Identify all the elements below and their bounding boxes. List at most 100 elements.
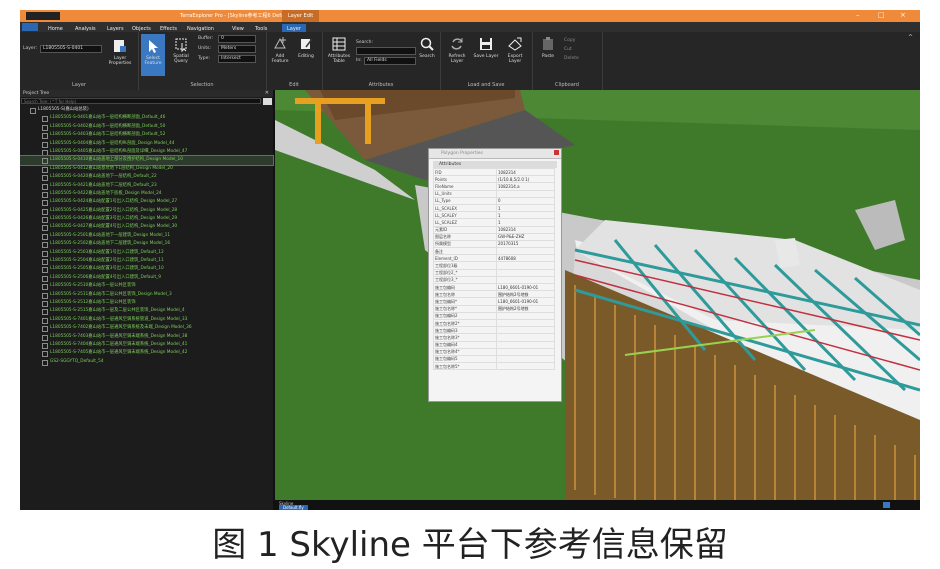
buffer-input[interactable]: 0 [218,35,256,43]
attributes-table-button[interactable]: Attributes Table [326,36,352,64]
attribute-row[interactable]: 工程部位2_* [433,268,555,277]
close-icon[interactable]: × [900,11,906,19]
checkbox-icon[interactable] [42,317,48,324]
tree-item[interactable]: L1805505-S-0410嘉山站盖地上部分及围护结构_Design Mode… [20,155,274,166]
checkbox-icon[interactable] [42,250,48,257]
checkbox-icon[interactable] [42,124,48,131]
attribute-row[interactable]: Points (1/10.8,5/2.0 1) [433,175,555,184]
tree-item[interactable]: L1805505-S-0401嘉山站市一层结构横断剖面_Default_46 [20,114,273,123]
refresh-layer-button[interactable]: Refresh Layer [444,36,470,64]
attribute-row[interactable]: 元素ID 1082314 [433,225,555,234]
attribute-value[interactable] [496,275,555,285]
attribute-row[interactable]: LL_SCALEX 1 [433,203,555,213]
checkbox-icon[interactable] [42,359,48,366]
tree-item[interactable]: L1805505-S-0420嘉山站盖地下一层结构_Default_22 [20,173,273,182]
search-in-select[interactable]: All Fields [364,57,416,65]
checkbox-icon[interactable] [42,351,48,358]
attribute-value[interactable]: L180_6601-0190-01 [496,282,555,292]
attribute-value[interactable]: L180_6601-0190-01 [496,297,555,306]
tree-item[interactable]: GS2-SGGYTQ_Default_54 [20,358,273,366]
layer-select[interactable]: L1805505-S-0401 [40,45,102,53]
tree-item[interactable]: L1805505-S-2505嘉山站配置3号出入口建筑_Default_10 [20,265,273,274]
attribute-value[interactable]: 20170315 [496,239,555,249]
attribute-value[interactable] [496,311,555,320]
checkbox-icon[interactable] [42,309,48,316]
attribute-row[interactable]: 施工包名称3* [433,333,555,342]
spatial-query-button[interactable]: Spatial Query [168,36,194,64]
tree-item[interactable]: L1805505-S-0403嘉山站市二层结构横断剖面_Default_52 [20,131,273,140]
attribute-value[interactable] [496,347,555,356]
attribute-row[interactable]: 所属模型 20170315 [433,239,555,249]
attribute-row[interactable]: 工程部位3_* [433,275,555,285]
attribute-row[interactable]: FID 1082314 [433,167,555,177]
attribute-row[interactable]: 施工包编码 L180_6601-0190-01 [433,282,555,292]
pin-icon[interactable]: ✕ [265,90,269,97]
attribute-row[interactable]: 备注 [433,247,555,256]
attribute-value[interactable]: 1082314 [496,225,555,234]
attribute-value[interactable]: 围护结构2号地铁 [496,290,555,299]
cut-button[interactable]: Cut [564,47,572,52]
attribute-value[interactable] [496,268,555,277]
checkbox-icon[interactable] [42,200,48,207]
checkbox-icon[interactable] [42,334,48,341]
tree-item[interactable]: L1805505-S-0422嘉山站盖地下底板_Design Model_24 [20,190,273,198]
tree-item[interactable]: L1805505-S-7401嘉山站市一层通风空调系统管道_Design Mod… [20,316,273,324]
attribute-value[interactable] [496,326,555,335]
attribute-row[interactable]: 施工包编码4 [433,340,555,349]
attribute-row[interactable]: 图层名称 GW-P&E-ZHZ [433,232,555,241]
tree-item[interactable]: L1805505-S-7402嘉山站市二层通风空调系统及末端_Design Mo… [20,324,273,333]
tree-item[interactable]: L1805505-S-2501嘉山站盖地下一层建筑_Design Model_1… [20,232,273,240]
tree-item[interactable]: L1805505-S-0404嘉山站市一层结构纵剖面_Design Model_… [20,140,273,148]
attribute-value[interactable] [496,333,555,342]
checkbox-icon[interactable] [42,233,48,240]
checkbox-icon[interactable] [42,175,48,182]
attribute-value[interactable]: (1/10.8,5/2.0 1) [496,175,555,184]
attribute-value[interactable]: 1 [496,211,555,220]
attribute-row[interactable]: 施工包名称* 围护结构2号地铁 [433,304,555,313]
attribute-row[interactable]: 施工包名称 围护结构2号地铁 [433,290,555,299]
checkbox-icon[interactable] [42,208,48,215]
add-feature-button[interactable]: Add Feature [268,36,292,64]
checkbox-icon[interactable] [42,183,48,190]
document-tab[interactable]: Default.fly [279,505,308,510]
delete-button[interactable]: Delete [564,56,579,61]
file-menu-button[interactable] [22,23,38,31]
attribute-value[interactable]: 0 [496,196,555,205]
checkbox-icon[interactable] [42,158,48,165]
tree-item[interactable]: L1805505-S-0424嘉山站配置1号出入口结构_Design Model… [20,198,273,207]
checkbox-icon[interactable] [42,284,48,291]
checkbox-icon[interactable] [30,108,36,114]
tree-item[interactable]: L1805505-S-2515嘉山站市一层及二层公共区装饰_Design Mod… [20,307,273,316]
attribute-value[interactable] [496,354,555,364]
layer-properties-button[interactable]: Layer Properties [104,38,136,66]
tree-item[interactable]: L1805505-S-2512嘉山站市二层公共区装饰 [20,299,273,307]
checkbox-icon[interactable] [42,191,48,198]
attribute-value[interactable] [496,318,555,328]
type-select[interactable]: Intersect [218,55,256,63]
attribute-value[interactable] [496,247,555,256]
tree-item[interactable]: L1805505-S-2510嘉山站市一层公共区装饰 [20,282,273,291]
tree-item[interactable]: L1805505-S-0427嘉山站配置4号出入口结构_Design Model… [20,223,273,232]
checkbox-icon[interactable] [42,242,48,249]
select-feature-button[interactable]: Select Feature [141,34,165,76]
checkbox-icon[interactable] [42,275,48,282]
tree-item[interactable]: L1805505-S-7403嘉山站市一层通风空调末端系统_Design Mod… [20,333,273,341]
attribute-value[interactable]: 4478608 [496,254,555,263]
attribute-row[interactable]: 工程部位1级 [433,261,555,270]
attribute-row[interactable]: FileName 1082314.a [433,182,555,191]
attribute-value[interactable] [496,189,555,198]
3d-viewport[interactable] [275,90,920,500]
checkbox-icon[interactable] [42,141,48,148]
checkbox-icon[interactable] [42,300,48,307]
tree-item[interactable]: L1805505-S-7404嘉山站市二层通风空调末端系统_Design Mod… [20,341,273,349]
search-button[interactable]: Search [416,36,438,59]
copy-button[interactable]: Copy [564,38,575,43]
attribute-value[interactable]: 1082314 [496,167,555,177]
checkbox-icon[interactable] [42,225,48,232]
paste-button[interactable]: Paste [536,36,560,59]
attribute-row[interactable]: LL_Units [433,189,555,198]
ribbon-collapse-icon[interactable]: ^ [908,34,913,41]
search-input[interactable] [356,47,416,55]
tree-root-item[interactable]: L1805505-S(嘉山站总装) [20,106,273,114]
attribute-value[interactable]: 1 [496,203,555,213]
